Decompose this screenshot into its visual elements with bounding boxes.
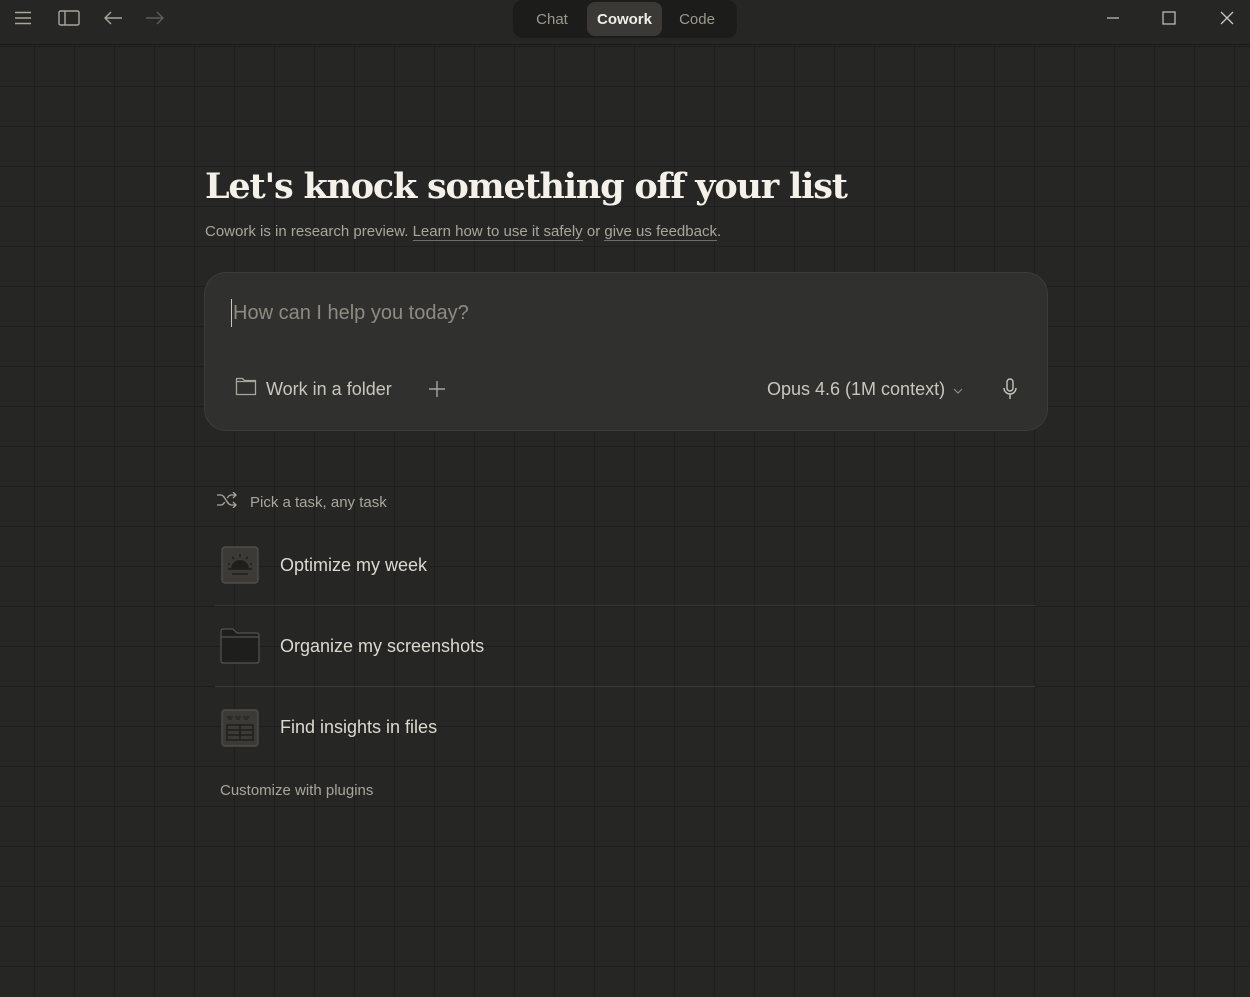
tab-code[interactable]: Code bbox=[662, 2, 732, 36]
sidebar-toggle-icon[interactable] bbox=[55, 6, 83, 30]
model-selector[interactable]: Opus 4.6 (1M context) bbox=[767, 373, 963, 405]
microphone-icon bbox=[1003, 378, 1017, 399]
pick-task-shuffle[interactable]: Pick a task, any task bbox=[216, 491, 387, 512]
task-list: Optimize my week Organize my screenshots… bbox=[215, 525, 1035, 768]
work-in-folder-label: Work in a folder bbox=[266, 378, 392, 399]
plus-icon bbox=[429, 381, 445, 397]
microphone-button[interactable] bbox=[997, 375, 1023, 403]
mode-switcher: Chat Cowork Code bbox=[513, 0, 737, 38]
prompt-input[interactable] bbox=[231, 299, 1021, 327]
close-icon[interactable] bbox=[1207, 4, 1247, 32]
learn-safety-link[interactable]: Learn how to use it safely bbox=[412, 223, 583, 241]
task-label: Optimize my week bbox=[280, 554, 428, 575]
task-find-insights[interactable]: Find insights in files bbox=[215, 687, 1035, 768]
notice-or-text: or bbox=[582, 223, 605, 240]
model-label: Opus 4.6 (1M context) bbox=[767, 378, 946, 399]
back-arrow-icon[interactable] bbox=[99, 6, 127, 30]
title-bar: Chat Cowork Code bbox=[0, 0, 1250, 45]
folder-outline-icon bbox=[235, 377, 257, 401]
notice-period: . bbox=[716, 223, 722, 240]
sunrise-calendar-icon bbox=[220, 545, 260, 585]
research-preview-notice: Cowork is in research preview. Learn how… bbox=[205, 223, 722, 241]
shuffle-icon bbox=[216, 491, 238, 512]
task-label: Organize my screenshots bbox=[280, 635, 485, 656]
folder-icon bbox=[220, 626, 260, 666]
feedback-link[interactable]: give us feedback bbox=[604, 223, 717, 241]
prompt-composer: Work in a folder Opus 4.6 (1M context) bbox=[204, 272, 1048, 431]
add-attachment-button[interactable] bbox=[424, 376, 450, 402]
tab-cowork[interactable]: Cowork bbox=[587, 2, 662, 36]
menu-icon[interactable] bbox=[9, 6, 37, 30]
work-in-folder-button[interactable]: Work in a folder bbox=[235, 373, 392, 405]
pick-task-label: Pick a task, any task bbox=[250, 493, 387, 511]
forward-arrow-icon[interactable] bbox=[141, 6, 169, 30]
task-label: Find insights in files bbox=[280, 717, 438, 737]
notice-text: Cowork is in research preview. bbox=[205, 223, 413, 240]
minimize-icon[interactable] bbox=[1093, 4, 1133, 32]
maximize-icon[interactable] bbox=[1149, 4, 1189, 32]
chevron-down-icon bbox=[953, 379, 963, 400]
task-organize-screenshots[interactable]: Organize my screenshots bbox=[215, 606, 1035, 687]
page-title: Let's knock something off your list bbox=[205, 166, 848, 207]
task-optimize-week[interactable]: Optimize my week bbox=[215, 525, 1035, 606]
spreadsheet-icon bbox=[220, 708, 260, 748]
tab-chat[interactable]: Chat bbox=[517, 2, 587, 36]
customize-plugins-link[interactable]: Customize with plugins bbox=[220, 782, 373, 799]
